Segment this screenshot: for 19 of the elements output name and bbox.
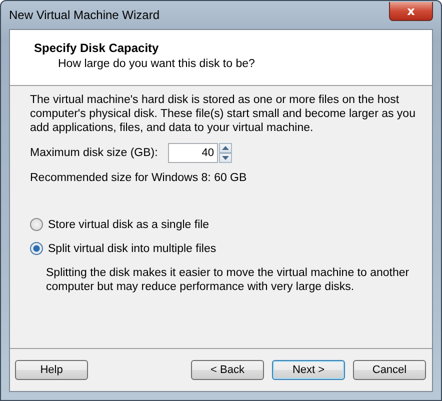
disk-size-field[interactable]: 40: [168, 143, 218, 163]
radio-label[interactable]: Split virtual disk into multiple files: [48, 242, 216, 254]
up-arrow-icon[interactable]: [219, 143, 232, 153]
wizard-button[interactable]: < Back: [191, 360, 264, 380]
help-button[interactable]: Help: [15, 360, 88, 380]
window-title: New Virtual Machine Wizard: [9, 8, 160, 22]
wizard-button[interactable]: Next >: [272, 360, 345, 380]
radio-button[interactable]: [30, 242, 43, 255]
close-button[interactable]: x: [389, 2, 433, 20]
description-text: The virtual machine's hard disk is stored as one or more files on the host computer's physical disk. These file(s) start small and become larger as you add applications, files, and data to your virtual machine.: [30, 93, 416, 135]
down-arrow-icon[interactable]: [219, 153, 232, 163]
wizard-button[interactable]: Cancel: [353, 360, 426, 380]
radio-label[interactable]: Store virtual disk as a single file: [48, 218, 210, 230]
option-note: Splitting the disk makes it easier to move the virtual machine to another computer but may reduce performance with very large disks.: [46, 266, 410, 294]
recommended-size-text: Recommended size for Windows 8: 60 GB: [30, 172, 247, 184]
page-subtitle: How large do you want this disk to be?: [57, 58, 255, 70]
disk-size-label: Maximum disk size (GB):: [30, 147, 159, 159]
page-title: Specify Disk Capacity: [34, 41, 159, 55]
radio-button[interactable]: [30, 218, 43, 231]
